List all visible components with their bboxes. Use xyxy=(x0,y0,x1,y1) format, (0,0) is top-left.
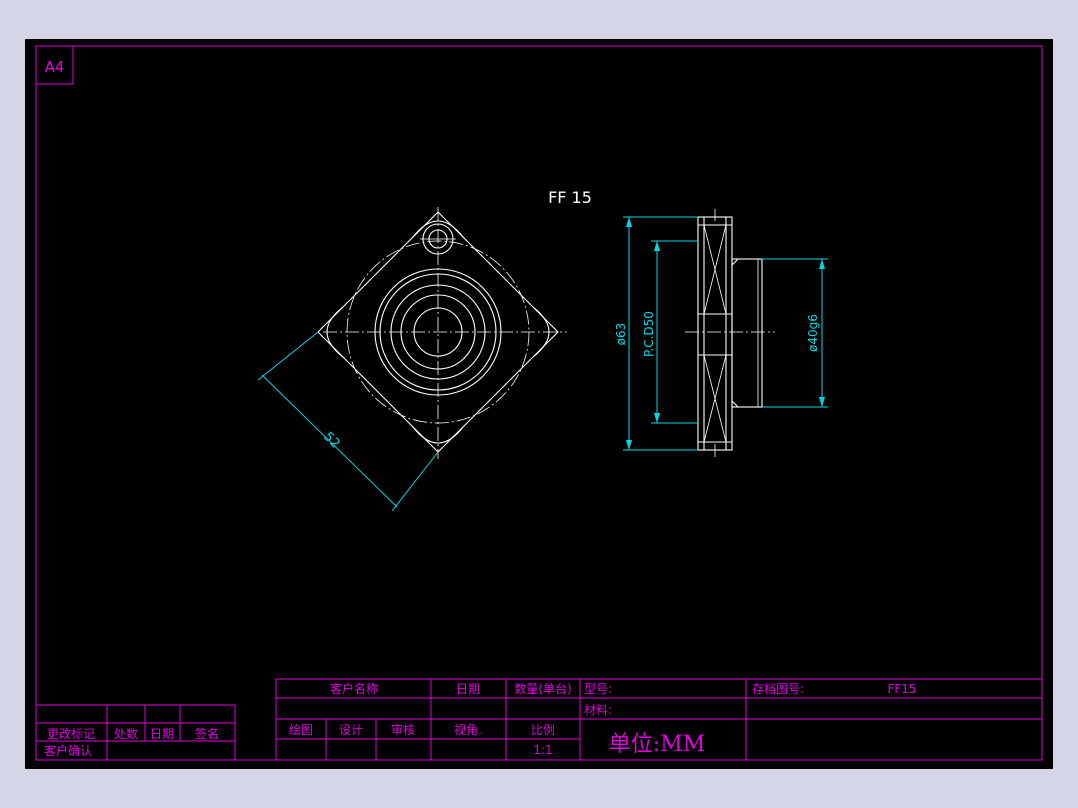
dim-flange-diagonal: 52 xyxy=(320,429,342,451)
side-view: ø63 P.C.D50 ø40g6 xyxy=(614,209,828,457)
drawing-border xyxy=(35,45,1043,761)
front-view: 52 xyxy=(257,207,567,512)
dim40-arrow-bottom xyxy=(819,397,825,407)
tb-unit: 单位:MM xyxy=(609,732,705,757)
dim63-arrow-top xyxy=(626,217,632,227)
side-spigot xyxy=(731,258,763,408)
side-spigot-step-top xyxy=(731,258,739,266)
tb-review: 审核 xyxy=(391,722,415,737)
dim-outer-diameter: ø63 xyxy=(614,323,628,346)
tb-quantity: 数量(单台) xyxy=(514,681,571,696)
rev-count: 处数 xyxy=(114,726,138,741)
tb-design: 设计 xyxy=(339,723,363,737)
rev-date: 日期 xyxy=(150,727,174,741)
dim-pitch-circle: P.C.D50 xyxy=(642,311,656,357)
tb-scale-label: 比例 xyxy=(531,723,555,737)
tb-scale-value: 1:1 xyxy=(533,743,552,757)
tb-model-label: 型号: xyxy=(584,682,612,696)
tb-material-label: 材料: xyxy=(584,703,612,717)
rev-change-mark: 更改标记 xyxy=(47,727,95,741)
tb-archive-value: FF15 xyxy=(887,682,916,696)
tb-customer-name: 客户名称 xyxy=(330,681,378,696)
tb-date: 日期 xyxy=(456,682,480,696)
drawing-svg: A4 FF 15 52 ø63 P.C.D50 ø40g6 客户名称 日期 数量… xyxy=(35,45,1043,761)
tb-view-angle: 视角. xyxy=(454,722,482,737)
dim50-arrow-bottom xyxy=(654,413,660,423)
dim63-arrow-bottom xyxy=(626,440,632,450)
rev-customer-confirm: 客户确认 xyxy=(44,743,92,758)
dim-spigot-diameter: ø40g6 xyxy=(806,314,820,352)
rev-sign: 签名 xyxy=(195,726,219,741)
side-flange-body xyxy=(697,216,733,451)
sheet-size-label: A4 xyxy=(45,58,65,76)
dim52-ext-2 xyxy=(391,451,439,512)
dim40-arrow-top xyxy=(819,259,825,269)
tb-drawn: 绘图 xyxy=(289,722,313,737)
dim52-ext-1 xyxy=(257,331,319,381)
cad-viewport[interactable]: A4 FF 15 52 ø63 P.C.D50 ø40g6 客户名称 日期 数量… xyxy=(25,39,1053,769)
tb-archive-label: 存档图号: xyxy=(752,682,804,696)
dim50-arrow-top xyxy=(654,241,660,251)
part-title: FF 15 xyxy=(548,188,592,207)
side-spigot-step-bottom xyxy=(731,400,739,408)
